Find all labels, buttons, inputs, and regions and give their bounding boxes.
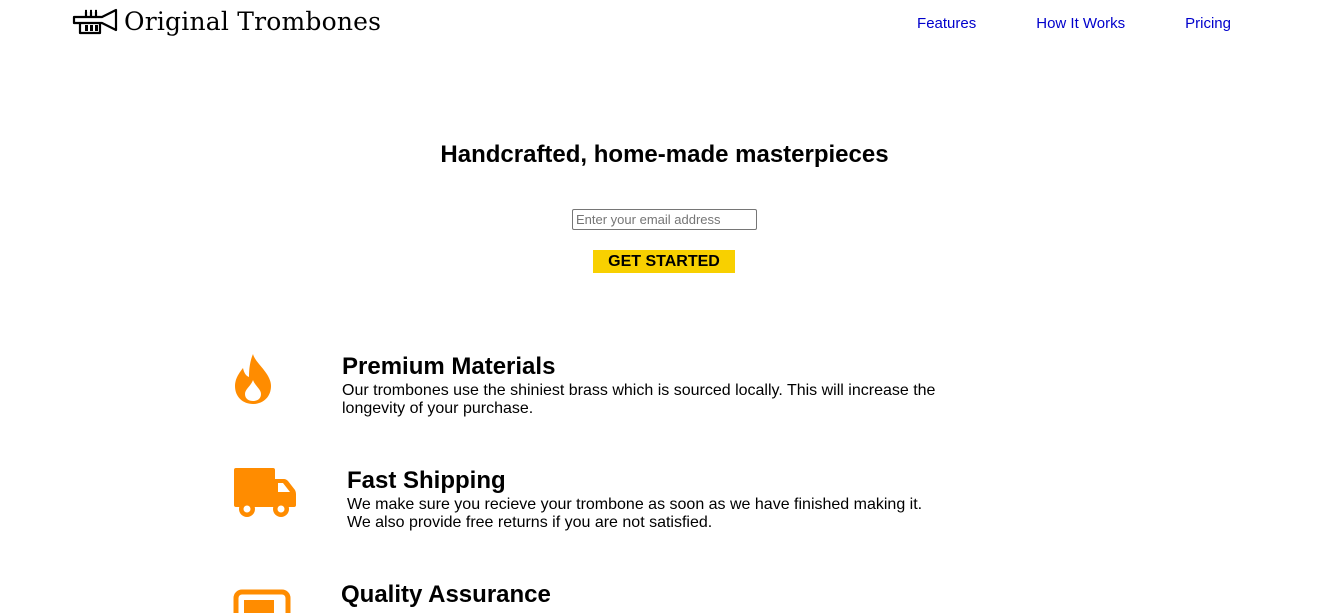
trumpet-icon — [72, 6, 118, 36]
feature-description-premium-materials: Our trombones use the shiniest brass whi… — [342, 382, 942, 418]
battery-icon — [233, 589, 291, 613]
feature-title-fast-shipping: Fast Shipping — [347, 467, 506, 494]
get-started-button[interactable]: GET STARTED — [593, 250, 735, 273]
nav-link-pricing[interactable]: Pricing — [1185, 15, 1231, 32]
site-header: Original Trombones Features How It Works… — [0, 0, 1329, 48]
hero-title: Handcrafted, home-made masterpieces — [440, 141, 889, 168]
feature-title-premium-materials: Premium Materials — [342, 353, 556, 380]
fire-icon — [233, 353, 273, 410]
feature-desc-line: We make sure you recieve your trombone a… — [347, 496, 923, 513]
email-input[interactable] — [572, 209, 757, 230]
feature-title-quality-assurance: Quality Assurance — [341, 581, 551, 608]
truck-icon — [233, 467, 297, 524]
feature-description-fast-shipping: We make sure you recieve your trombone a… — [347, 496, 947, 532]
nav-link-how-it-works[interactable]: How It Works — [1036, 15, 1125, 32]
feature-desc-line: Our trombones use the shiniest brass whi… — [342, 382, 936, 399]
main-nav: Features How It Works Pricing — [857, 15, 1231, 32]
nav-link-features[interactable]: Features — [917, 15, 976, 32]
feature-desc-line: longevity of your purchase. — [342, 400, 534, 417]
brand-name: Original Trombones — [124, 6, 382, 36]
feature-desc-line: We also provide free returns if you are … — [347, 514, 713, 531]
brand-logo[interactable]: Original Trombones — [72, 6, 381, 36]
